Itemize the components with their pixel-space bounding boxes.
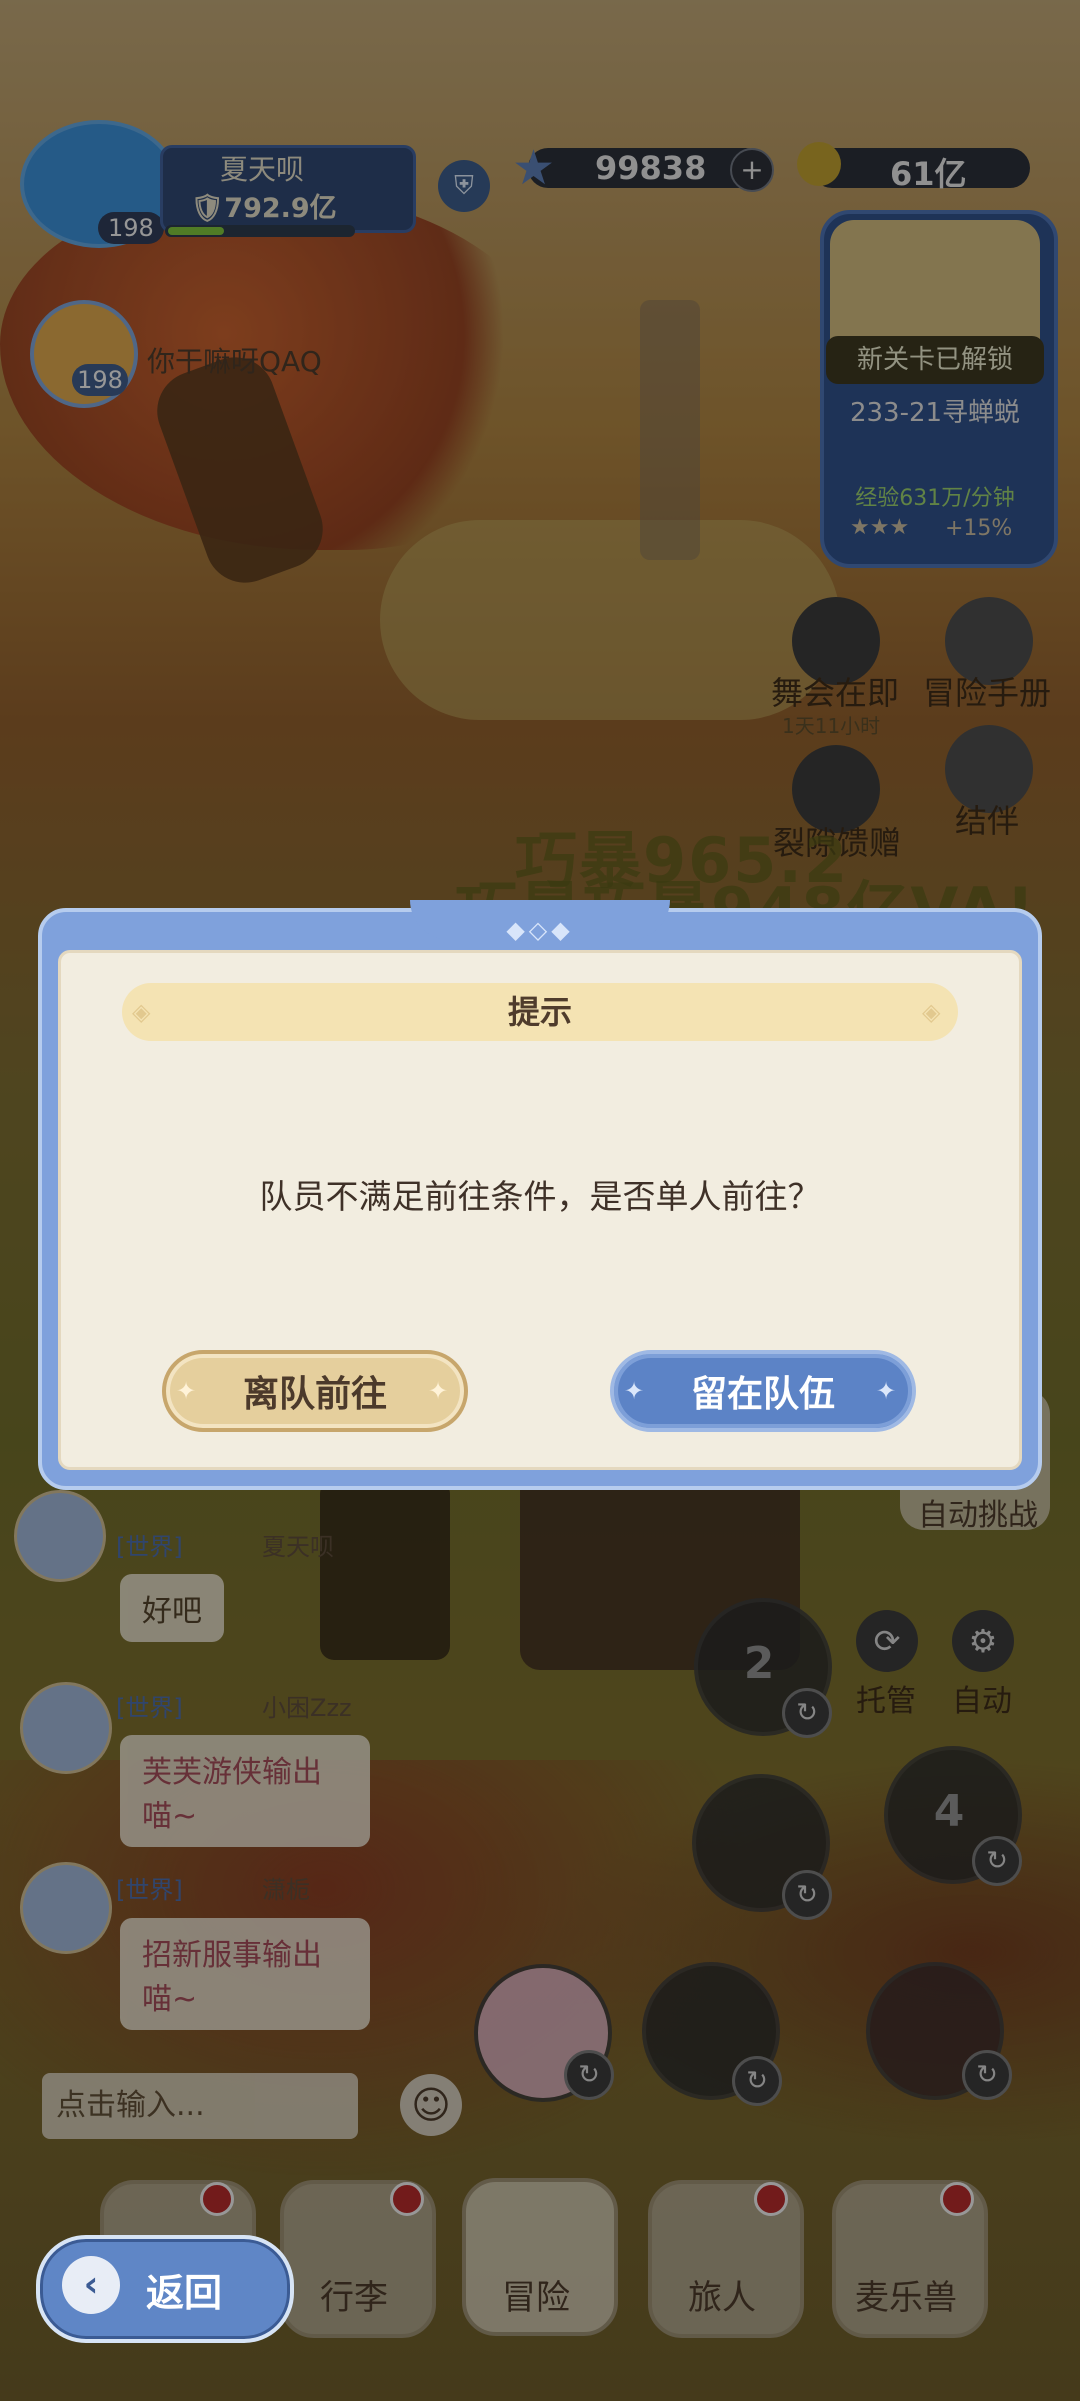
sparkle-icon: ✦ bbox=[876, 1377, 897, 1405]
leave-team-button[interactable]: 离队前往 bbox=[162, 1350, 468, 1432]
sparkle-icon: ✦ bbox=[624, 1377, 645, 1405]
stay-in-team-button[interactable]: 留在队伍 bbox=[610, 1350, 916, 1432]
dialog-title: 提示 bbox=[507, 993, 572, 1031]
back-label: 返回 bbox=[146, 2271, 223, 2315]
dialog-message: 队员不满足前往条件，是否单人前往？ bbox=[259, 1177, 821, 1216]
sparkle-icon: ✦ bbox=[176, 1377, 197, 1405]
back-arrow-icon: ‹ bbox=[62, 2256, 120, 2314]
sparkle-icon: ✦ bbox=[428, 1377, 449, 1405]
diamond-ornament-icon: ◆◇◆ bbox=[506, 916, 574, 944]
